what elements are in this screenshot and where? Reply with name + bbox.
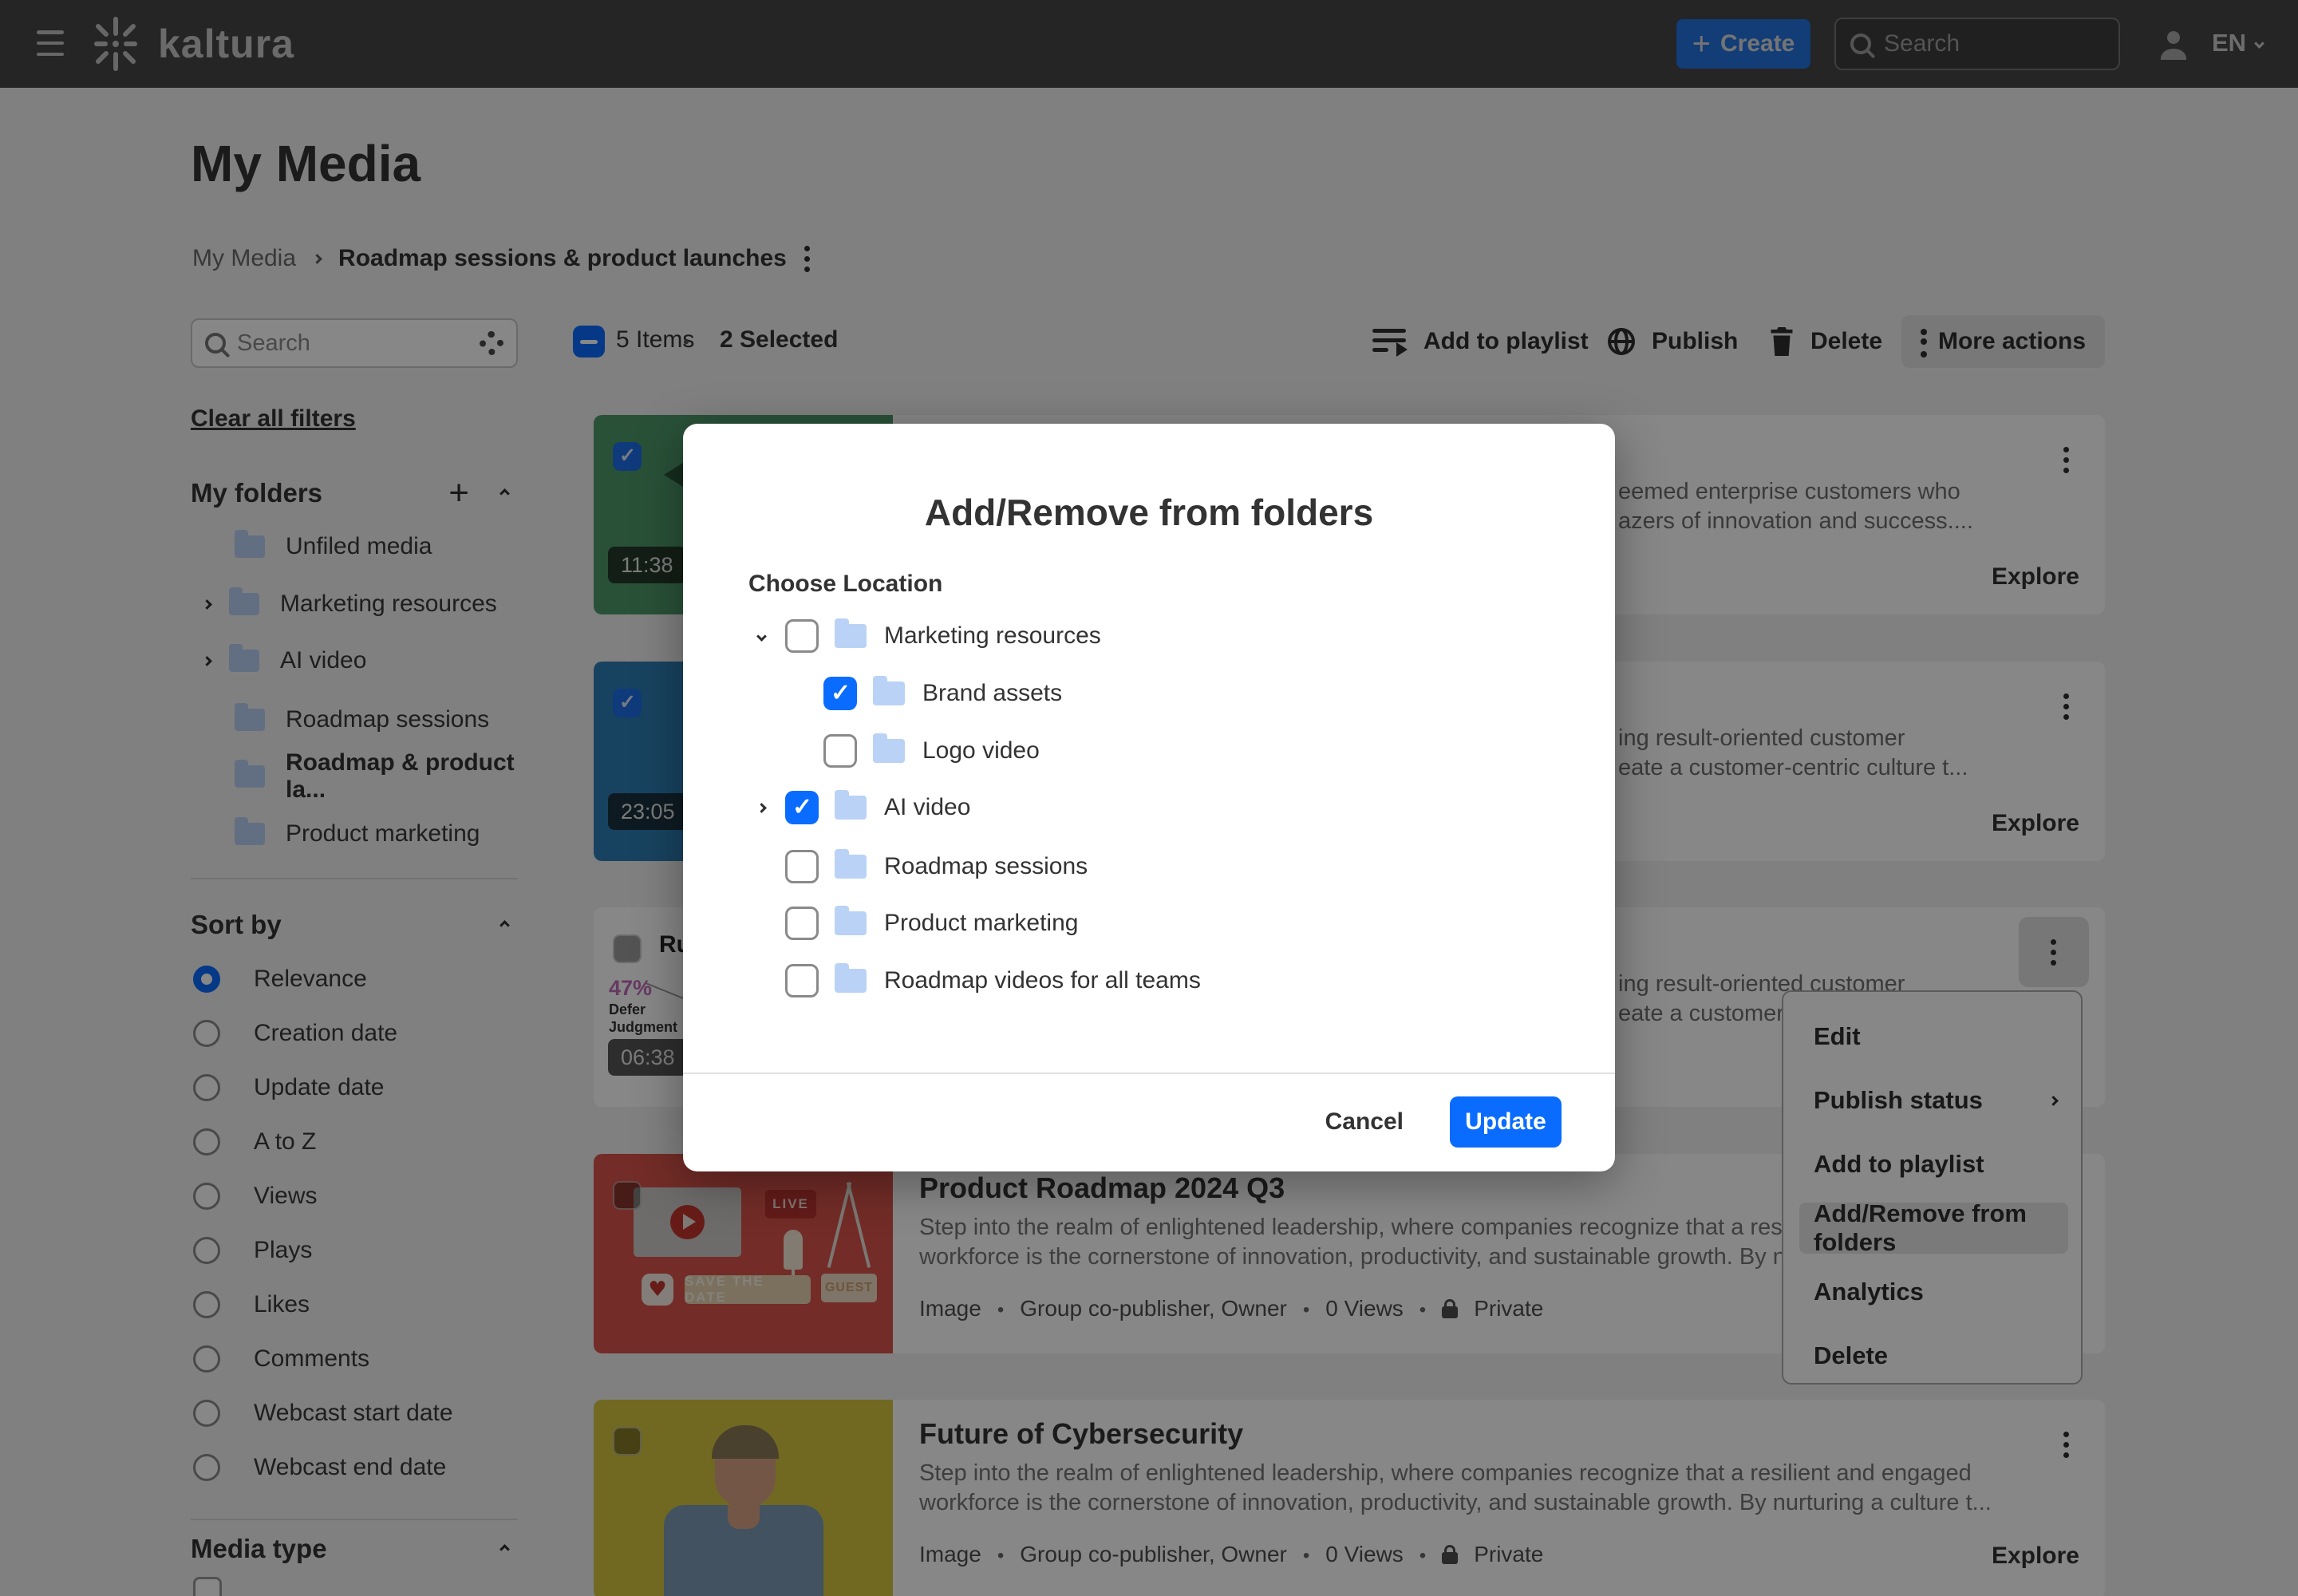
chevron-right-icon[interactable]: [756, 803, 767, 813]
tree-item-ai-video[interactable]: AI video: [683, 788, 1615, 827]
update-button[interactable]: Update: [1450, 1096, 1562, 1148]
folder-icon: [835, 796, 867, 820]
folder-icon: [835, 911, 867, 935]
checkbox-checked[interactable]: [823, 677, 857, 710]
checkbox-unchecked[interactable]: [785, 619, 819, 653]
folder-icon: [835, 624, 867, 648]
kaltura-my-media-screen: kaltura Create EN My Media My Media Road…: [0, 0, 2298, 1596]
checkbox-checked[interactable]: [785, 791, 819, 824]
tree-item-label: Product marketing: [884, 910, 1078, 937]
tree-item-label: Brand assets: [922, 680, 1062, 707]
checkbox-unchecked[interactable]: [785, 907, 819, 940]
folder-icon: [873, 681, 905, 705]
tree-item-label: Marketing resources: [884, 622, 1101, 650]
folder-icon: [873, 739, 905, 763]
choose-location-label: Choose Location: [748, 571, 942, 598]
cancel-button[interactable]: Cancel: [1325, 1108, 1404, 1136]
tree-item-label: Roadmap sessions: [884, 853, 1088, 880]
folder-icon: [835, 855, 867, 879]
modal-title: Add/Remove from folders: [683, 491, 1615, 534]
checkbox-unchecked[interactable]: [785, 964, 819, 998]
tree-item-roadmap-sessions[interactable]: Roadmap sessions: [683, 847, 1615, 886]
tree-item-product-marketing[interactable]: Product marketing: [683, 904, 1615, 942]
tree-item-brand-assets[interactable]: Brand assets: [683, 674, 1615, 713]
tree-item-label: AI video: [884, 794, 970, 821]
tree-item-roadmap-videos-for-all-teams[interactable]: Roadmap videos for all teams: [683, 962, 1615, 1000]
checkbox-unchecked[interactable]: [823, 734, 857, 768]
chevron-down-icon[interactable]: [756, 631, 767, 642]
tree-item-logo-video[interactable]: Logo video: [683, 732, 1615, 770]
add-remove-from-folders-modal: Add/Remove from folders Choose Location …: [683, 424, 1615, 1171]
checkbox-unchecked[interactable]: [785, 850, 819, 883]
tree-item-label: Logo video: [922, 737, 1040, 764]
tree-item-label: Roadmap videos for all teams: [884, 967, 1201, 994]
modal-footer: Cancel Update: [1325, 1096, 1615, 1148]
modal-footer-divider: [683, 1073, 1615, 1074]
folder-icon: [835, 969, 867, 993]
tree-item-marketing-resources[interactable]: Marketing resources: [683, 617, 1615, 655]
